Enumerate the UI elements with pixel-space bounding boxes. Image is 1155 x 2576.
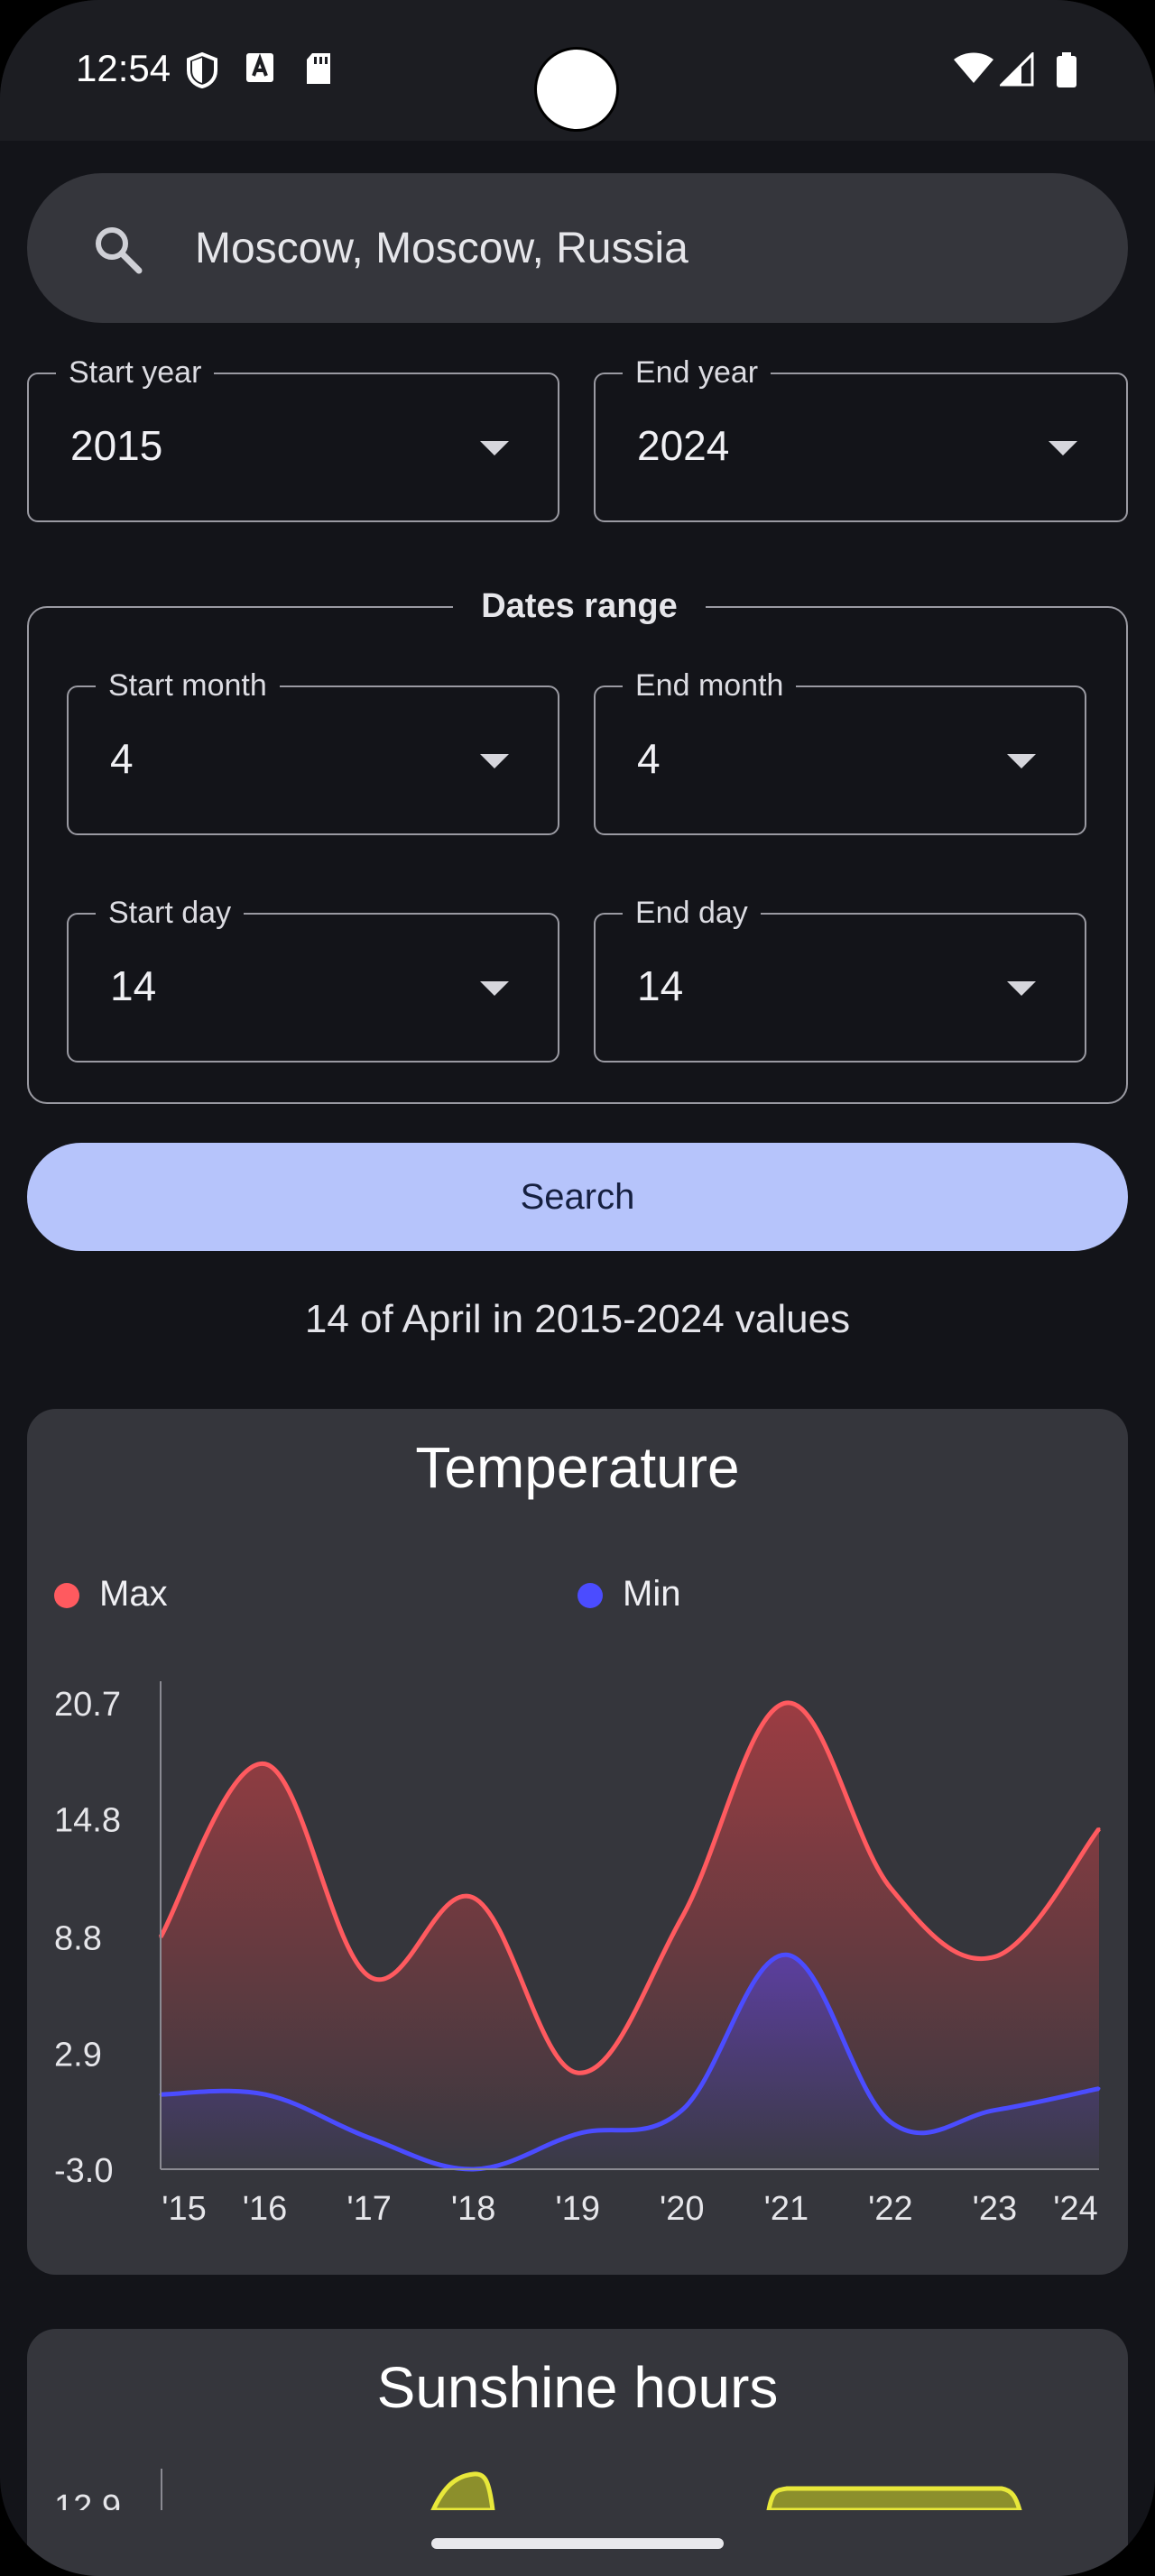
series-min-point-1 xyxy=(263,2093,267,2096)
end-day-value: 14 xyxy=(637,962,684,1009)
dropdown-arrow-icon xyxy=(480,754,509,768)
end-year-label: End year xyxy=(623,354,772,391)
x-tick-label: '19 xyxy=(555,2190,600,2228)
end-day-dropdown[interactable]: End day 14 xyxy=(594,895,1086,1063)
status-time: 12:54 xyxy=(76,47,171,89)
location-search-bar[interactable]: Moscow, Moscow, Russia xyxy=(27,173,1128,323)
search-button[interactable]: Search xyxy=(27,1143,1128,1251)
legend-item-min: Min xyxy=(578,1574,680,1615)
end-month-dropdown[interactable]: End month 4 xyxy=(594,667,1086,835)
series-min-point-8 xyxy=(993,2109,996,2112)
x-tick-label: '21 xyxy=(764,2190,809,2228)
sd-card-icon xyxy=(307,53,330,84)
sunshine-chart-clip: 12.9 xyxy=(0,2469,1155,2510)
end-day-label: End day xyxy=(623,895,761,931)
y-tick-label: 2.9 xyxy=(54,2036,102,2074)
series-min-point-2 xyxy=(367,2136,371,2139)
sunshine-chart-title: Sunshine hours xyxy=(376,2355,779,2420)
dropdown-arrow-icon xyxy=(1007,754,1036,768)
shield-icon xyxy=(187,52,217,88)
x-tick-label: '20 xyxy=(660,2190,705,2228)
series-min-point-7 xyxy=(889,2121,892,2124)
status-bar: 12:54 xyxy=(0,0,1155,141)
wifi-icon xyxy=(954,52,993,83)
start-month-value: 4 xyxy=(110,735,134,782)
result-subtitle: 14 of April in 2015-2024 values xyxy=(304,1297,851,1341)
sunshine-area-b xyxy=(766,2486,1022,2510)
start-day-dropdown[interactable]: Start day 14 xyxy=(67,895,559,1063)
dropdown-arrow-icon xyxy=(480,441,509,455)
series-max-point-4 xyxy=(576,2071,579,2075)
phone-screen: 12:54 Moscow, Moscow, Russia Start year … xyxy=(0,0,1155,2576)
dropdown-arrow-icon xyxy=(1049,441,1077,455)
start-month-label: Start month xyxy=(96,667,280,704)
sunshine-area-a xyxy=(430,2471,495,2510)
start-day-label: Start day xyxy=(96,895,245,931)
cell-signal-icon xyxy=(1000,52,1034,87)
series-min-point-5 xyxy=(680,2109,684,2112)
search-icon xyxy=(96,227,143,274)
y-tick-label: 20.7 xyxy=(54,1686,121,1724)
legend-max-label: Max xyxy=(99,1574,168,1614)
x-tick-label: '24 xyxy=(1053,2190,1098,2228)
series-max-point-9 xyxy=(1097,1827,1101,1831)
series-max-point-3 xyxy=(472,1896,476,1900)
series-max-point-7 xyxy=(889,1886,892,1890)
x-tick-label: '17 xyxy=(346,2190,392,2228)
series-min-point-6 xyxy=(784,1953,788,1956)
series-min-point-9 xyxy=(1097,2087,1101,2091)
series-min-point-4 xyxy=(576,2132,579,2136)
dates-range-title: Dates range xyxy=(453,584,706,628)
legend-min-label: Min xyxy=(623,1574,681,1614)
end-month-label: End month xyxy=(623,667,797,704)
gesture-nav-handle[interactable] xyxy=(431,2538,724,2549)
y-tick-label: 8.8 xyxy=(54,1920,102,1958)
legend-min-swatch xyxy=(578,1583,603,1609)
series-max-area xyxy=(161,1702,1099,2169)
start-month-dropdown[interactable]: Start month 4 xyxy=(67,667,559,835)
series-max-point-5 xyxy=(680,1916,684,1919)
x-tick-label: '16 xyxy=(243,2190,288,2228)
start-year-value: 2015 xyxy=(70,422,163,469)
temperature-chart: 20.7 14.8 8.8 2.9 -3.0 '15 '16 '17 '18 '19 '20 '21 '… xyxy=(54,1681,1101,2228)
accessibility-text-icon xyxy=(246,53,273,82)
legend-item-max: Max xyxy=(54,1574,168,1615)
sunshine-chart xyxy=(430,2471,1022,2510)
start-year-dropdown[interactable]: Start year 2015 xyxy=(27,354,559,522)
legend-max-swatch xyxy=(54,1583,79,1609)
x-tick-label: '22 xyxy=(868,2190,913,2228)
end-year-value: 2024 xyxy=(637,422,730,469)
dropdown-arrow-icon xyxy=(1007,981,1036,996)
start-day-value: 14 xyxy=(110,962,157,1009)
y-tick-label: -3.0 xyxy=(54,2152,113,2190)
series-max-point-8 xyxy=(993,1955,996,1958)
y-tick-label: 14.8 xyxy=(54,1802,121,1840)
search-input-value: Moscow, Moscow, Russia xyxy=(195,225,688,272)
end-year-dropdown[interactable]: End year 2024 xyxy=(594,354,1128,522)
x-tick-label: '23 xyxy=(973,2190,1018,2228)
series-max-point-6 xyxy=(784,1701,788,1705)
series-max-point-2 xyxy=(367,1974,371,1978)
front-camera xyxy=(534,47,619,132)
x-tick-label: '15 xyxy=(162,2190,207,2228)
dropdown-arrow-icon xyxy=(480,981,509,996)
end-month-value: 4 xyxy=(637,735,661,782)
temperature-chart-title: Temperature xyxy=(415,1435,740,1500)
battery-icon xyxy=(1057,52,1076,87)
start-year-label: Start year xyxy=(56,354,215,391)
x-tick-label: '18 xyxy=(451,2190,496,2228)
series-max-point-1 xyxy=(263,1762,267,1766)
